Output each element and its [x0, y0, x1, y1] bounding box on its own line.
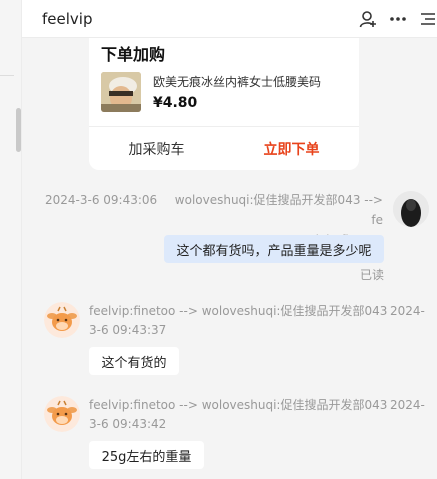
- message-timestamp: 2024-3-6 09:43:06: [45, 193, 158, 207]
- message-bubble[interactable]: 这个都有货吗，产品重量是多少呢: [164, 235, 384, 263]
- product-price: ¥4.80: [153, 95, 198, 111]
- message-timestamp: 2024-: [390, 304, 425, 318]
- conversation-list-scrollbar[interactable]: [16, 108, 21, 152]
- read-status: 已读: [360, 268, 385, 282]
- add-to-cart-button[interactable]: 加采购车: [89, 127, 224, 170]
- more-horizontal-icon[interactable]: [388, 9, 408, 29]
- order-now-button[interactable]: 立即下单: [224, 127, 359, 170]
- order-card-title: 下单加购: [101, 45, 166, 64]
- message-bubble[interactable]: 这个有货的: [89, 347, 179, 375]
- conversation-list-edge: [0, 0, 22, 479]
- chat-header: feelvip: [22, 0, 437, 38]
- chat-title: feelvip: [42, 10, 93, 28]
- product-name[interactable]: 欧美无痕冰丝内裤女士低腰美码: [153, 73, 321, 90]
- order-card: 下单加购 欧美无痕冰丝内裤女士低腰美码 ¥4.80 加采购车 立即下单: [89, 38, 359, 170]
- product-thumbnail[interactable]: [101, 72, 141, 112]
- chat-area: 下单加购 欧美无痕冰丝内裤女士低腰美码 ¥4.80 加采购车 立即下单 2024…: [22, 38, 437, 479]
- avatar[interactable]: [393, 191, 429, 227]
- list-divider: [0, 75, 14, 76]
- message-route-line: woloveshuqi:促佳搜品开发部043 --> fe: [174, 193, 383, 227]
- message-route-line: feelvip:finetoo --> woloveshuqi:促佳搜品开发部0…: [89, 398, 388, 412]
- avatar[interactable]: [44, 396, 80, 432]
- message-timestamp: 2024-: [390, 398, 425, 412]
- message-bubble[interactable]: 25g左右的重量: [89, 441, 204, 469]
- menu-list-icon[interactable]: [418, 9, 437, 29]
- person-add-icon[interactable]: [358, 9, 378, 29]
- message-timestamp: 3-6 09:43:42: [89, 417, 167, 431]
- message-route-line: feelvip:finetoo --> woloveshuqi:促佳搜品开发部0…: [89, 304, 388, 318]
- avatar[interactable]: [44, 302, 80, 338]
- message-timestamp: 3-6 09:43:37: [89, 323, 167, 337]
